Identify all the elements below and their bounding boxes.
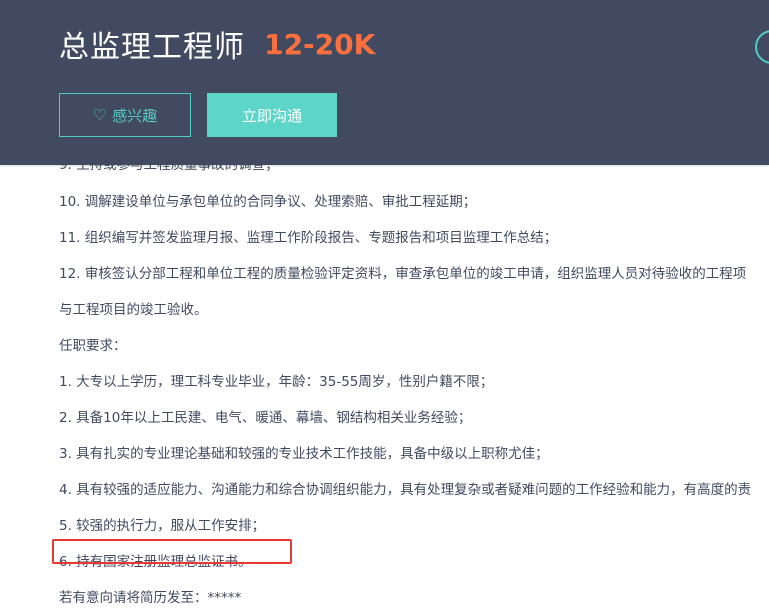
description-line: 与工程项目的竣工验收。 bbox=[59, 302, 208, 318]
description-line: 6. 持有国家注册监理总监证书。 bbox=[59, 554, 252, 570]
chat-button[interactable]: 立即沟通 bbox=[207, 93, 337, 137]
description-line: 5. 较强的执行力，服从工作安排； bbox=[59, 518, 266, 534]
job-description: 9. 主持或参与工程质量事故的调查； 10. 调解建设单位与承包单位的合同争议、… bbox=[59, 165, 769, 613]
chat-button-label: 立即沟通 bbox=[241, 106, 302, 125]
heart-icon: ♡ bbox=[92, 106, 107, 124]
title-row: 总监理工程师 12-20K bbox=[59, 22, 375, 66]
circle-icon[interactable] bbox=[755, 30, 769, 64]
requirements-heading: 任职要求： bbox=[59, 338, 127, 354]
description-line: 1. 大专以上学历，理工科专业毕业，年龄：35-55周岁，性别户籍不限； bbox=[59, 374, 494, 390]
description-line: 11. 组织编写并签发监理月报、监理工作阶段报告、专题报告和项目监理工作总结； bbox=[59, 230, 558, 246]
job-title: 总监理工程师 bbox=[59, 30, 245, 65]
interest-button-label: 感兴趣 bbox=[112, 106, 158, 125]
description-line: 10. 调解建设单位与承包单位的合同争议、处理索赔、审批工程延期； bbox=[59, 194, 477, 210]
description-line: 3. 具有扎实的专业理论基础和较强的专业技术工作技能，具备中级以上职称尤佳； bbox=[59, 446, 549, 462]
contact-line: 若有意向请将简历发至：***** bbox=[59, 590, 242, 606]
description-line: 4. 具有较强的适应能力、沟通能力和综合协调组织能力，具有处理复杂或者疑难问题的… bbox=[59, 482, 752, 498]
description-line: 12. 审核签认分部工程和单位工程的质量检验评定资料，审查承包单位的竣工申请，组… bbox=[59, 266, 747, 282]
interest-button[interactable]: ♡ 感兴趣 bbox=[59, 93, 191, 137]
job-header: 总监理工程师 12-20K ♡ 感兴趣 立即沟通 bbox=[0, 0, 769, 165]
description-line: 9. 主持或参与工程质量事故的调查； bbox=[59, 165, 279, 173]
description-line: 2. 具备10年以上工民建、电气、暖通、幕墙、钢结构相关业务经验； bbox=[59, 410, 472, 426]
salary: 12-20K bbox=[264, 27, 376, 61]
